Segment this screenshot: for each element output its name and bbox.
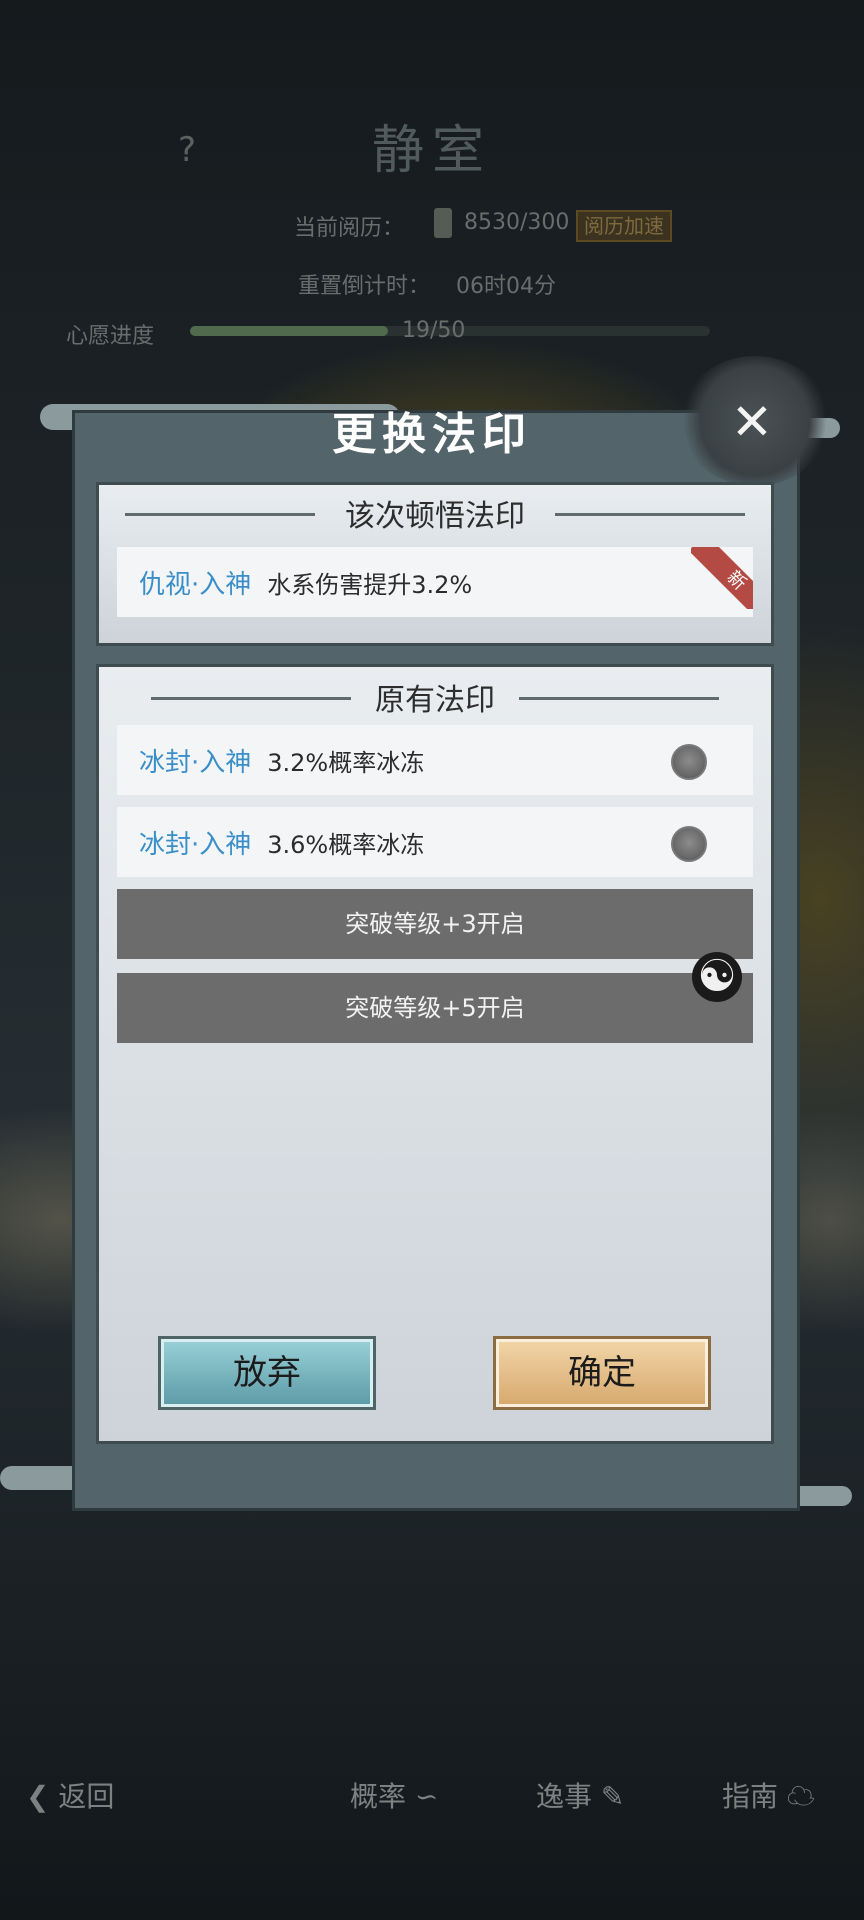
new-badge: 新: [691, 547, 753, 609]
new-seal-panel: 该次顿悟法印 仇视·入神 水系伤害提升3.2% 新: [96, 482, 774, 646]
reset-countdown: 06时04分: [456, 274, 556, 299]
seal-effect: 3.2%概率冰冻: [267, 748, 425, 777]
abandon-button[interactable]: 放弃: [158, 1336, 376, 1410]
new-seal-row[interactable]: 仇视·入神 水系伤害提升3.2% 新: [117, 547, 753, 617]
wish-label: 心愿进度: [66, 324, 155, 349]
seal-name: 仇视·入神: [139, 569, 252, 600]
nav-probability-label: 概率: [350, 1780, 407, 1813]
wish-progress-value: 19/50: [402, 318, 466, 343]
nav-guide-label: 指南: [722, 1780, 779, 1813]
back-arrow-icon: ❮: [26, 1780, 50, 1813]
seal-effect: 水系伤害提升3.2%: [267, 570, 473, 599]
experience-label: 当前阅历：: [294, 216, 405, 241]
select-radio[interactable]: [671, 826, 707, 862]
nav-probability[interactable]: 概率 ∽: [350, 1775, 438, 1815]
experience-value: 8530/300: [464, 210, 570, 235]
divider: [519, 697, 719, 700]
seal-effect: 3.6%概率冰冻: [267, 830, 425, 859]
page-title: 静室: [371, 121, 492, 181]
select-radio[interactable]: [671, 744, 707, 780]
yin-yang-icon[interactable]: ☯: [692, 952, 742, 1002]
nav-anecdotes[interactable]: 逸事 ✎: [536, 1775, 624, 1815]
back-button[interactable]: ❮ 返回: [26, 1775, 114, 1815]
back-label: 返回: [58, 1780, 115, 1813]
locked-slot: 突破等级+5开启: [117, 973, 753, 1043]
dialog-title: 更换法印: [332, 409, 532, 460]
locked-slot: 突破等级+3开启: [117, 889, 753, 959]
speedup-button[interactable]: 阅历加速: [576, 210, 672, 242]
seal-option-row[interactable]: 冰封·入神 3.6%概率冰冻: [117, 807, 753, 877]
divider: [555, 513, 745, 516]
scroll-icon: [434, 208, 452, 238]
confirm-button[interactable]: 确定: [493, 1336, 711, 1410]
reset-label: 重置倒计时：: [298, 274, 431, 299]
nav-anecdotes-label: 逸事: [536, 1780, 593, 1813]
seal-name: 冰封·入神: [139, 747, 252, 778]
nav-guide[interactable]: 指南 ☁: [722, 1775, 815, 1815]
existing-seals-panel: 原有法印 冰封·入神 3.2%概率冰冻 冰封·入神 3.6%概率冰冻 突破等级+…: [96, 664, 774, 1444]
swirl-icon: ∽: [414, 1780, 439, 1813]
book-icon: ✎: [600, 1780, 625, 1813]
seal-name: 冰封·入神: [139, 829, 252, 860]
cloud-icon: ☁: [786, 1780, 815, 1813]
wish-progress-fill: [190, 326, 388, 336]
seal-option-row[interactable]: 冰封·入神 3.2%概率冰冻: [117, 725, 753, 795]
